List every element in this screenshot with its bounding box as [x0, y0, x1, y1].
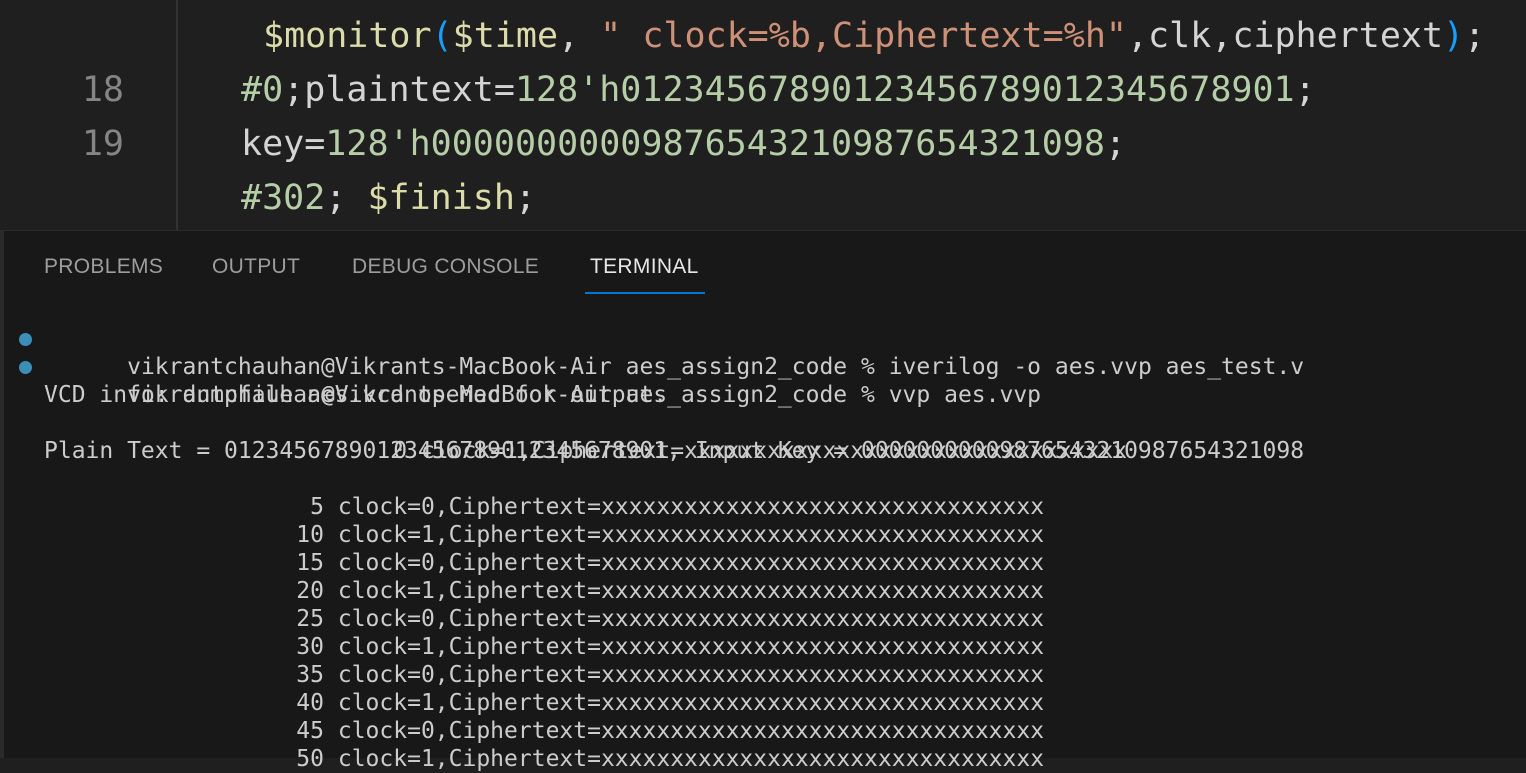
- command-status-dot-icon[interactable]: [19, 333, 32, 346]
- code-token: (: [431, 16, 453, 56]
- code-token: 128'h00000000009876543210987654321098: [325, 124, 1105, 164]
- code-token: key=: [241, 124, 326, 164]
- panel-tabs: PROBLEMS OUTPUT DEBUG CONSOLE TERMINAL: [4, 231, 1526, 295]
- code-text: $monitor($time, " clock=%b,Ciphertext=%h…: [263, 9, 1485, 63]
- monitor-text: clock=0,Ciphertext=xxxxxxxxxxxxxxxxxxxxx…: [337, 662, 1045, 688]
- code-token: $time: [452, 16, 559, 56]
- code-token: " clock=%b,Ciphertext=%h": [600, 16, 1127, 56]
- monitor-time: 15: [296, 550, 324, 576]
- tab-terminal[interactable]: TERMINAL: [590, 255, 699, 279]
- monitor-time: 10: [296, 522, 324, 548]
- monitor-time: 50: [296, 746, 324, 772]
- terminal-command: vvp aes.vvp: [888, 382, 1042, 408]
- tab-debug-console[interactable]: DEBUG CONSOLE: [352, 255, 539, 279]
- terminal-output-line: VCD info: dumpfile aes.vcd opened for ou…: [44, 382, 668, 408]
- terminal-command-line: vikrantchauhan@Vikrants-MacBook-Air aes_…: [19, 353, 1041, 408]
- code-token: ;: [1104, 124, 1127, 164]
- monitor-text: clock=0,Ciphertext=xxxxxxxxxxxxxxxxxxxxx…: [337, 718, 1045, 744]
- monitor-text: clock=0,Ciphertext=xxxxxxxxxxxxxxxxxxxxx…: [337, 606, 1045, 632]
- code-token: ,clk,ciphertext: [1126, 16, 1444, 56]
- monitor-row: 40 clock=1,Ciphertext=xxxxxxxxxxxxxxxxxx…: [44, 689, 1044, 717]
- monitor-row: 0 clock=1,Ciphertext=xxxxxxxxxxxxxxxxxxx…: [44, 409, 1127, 464]
- command-status-dot-icon[interactable]: [19, 361, 32, 374]
- monitor-row: 45 clock=0,Ciphertext=xxxxxxxxxxxxxxxxxx…: [44, 717, 1044, 745]
- code-text: #302; $finish;: [241, 171, 536, 225]
- code-token: $finish: [367, 178, 515, 218]
- code-token: $monitor: [263, 16, 432, 56]
- tab-output[interactable]: OUTPUT: [212, 255, 300, 279]
- code-token: ,: [558, 16, 601, 56]
- monitor-row: 25 clock=0,Ciphertext=xxxxxxxxxxxxxxxxxx…: [44, 605, 1044, 633]
- monitor-time: 40: [296, 690, 324, 716]
- monitor-row: 10 clock=1,Ciphertext=xxxxxxxxxxxxxxxxxx…: [44, 521, 1044, 549]
- monitor-time: 25: [296, 606, 324, 632]
- code-token: 128'h01234567890123456789012345678901: [514, 70, 1295, 110]
- monitor-row: 5 clock=0,Ciphertext=xxxxxxxxxxxxxxxxxxx…: [44, 493, 1044, 521]
- monitor-text: clock=1,Ciphertext=xxxxxxxxxxxxxxxxxxxxx…: [337, 690, 1045, 716]
- monitor-text: clock=1,Ciphertext=xxxxxxxxxxxxxxxxxxxxx…: [337, 578, 1045, 604]
- monitor-time: 20: [296, 578, 324, 604]
- monitor-row: 15 clock=0,Ciphertext=xxxxxxxxxxxxxxxxxx…: [44, 549, 1044, 577]
- monitor-text: clock=1,Ciphertext=xxxxxxxxxxxxxxxxxxxxx…: [337, 746, 1045, 772]
- terminal-output-line: Plain Text = 012345678901234567890123456…: [44, 438, 1305, 464]
- code-token: ;: [1464, 16, 1486, 56]
- code-text: #0;plaintext=128'h0123456789012345678901…: [241, 63, 1316, 117]
- monitor-time: 5: [310, 494, 324, 520]
- code-token: #302: [241, 178, 326, 218]
- monitor-time: 30: [296, 634, 324, 660]
- monitor-time: 45: [296, 718, 324, 744]
- code-token: #0: [241, 70, 284, 110]
- terminal-command-line: vikrantchauhan@Vikrants-MacBook-Air aes_…: [19, 325, 1304, 380]
- monitor-row: 35 clock=0,Ciphertext=xxxxxxxxxxxxxxxxxx…: [44, 661, 1044, 689]
- code-token: ;: [514, 178, 537, 218]
- code-line[interactable]: 19 #0;plaintext=128'h0123456789012345678…: [0, 63, 1526, 164]
- code-editor[interactable]: $dumpfile("aes.vcd"); 18 $monitor($time,…: [0, 0, 1526, 230]
- code-text: $dumpfile("aes.vcd");: [241, 0, 684, 8]
- tab-problems[interactable]: PROBLEMS: [44, 255, 163, 279]
- code-line[interactable]: 18 $monitor($time, " clock=%b,Ciphertext…: [0, 9, 1526, 110]
- code-text: key=128'h0000000000987654321098765432109…: [241, 117, 1126, 171]
- code-token: ;: [1294, 70, 1316, 110]
- monitor-text: clock=0,Ciphertext=xxxxxxxxxxxxxxxxxxxxx…: [337, 494, 1045, 520]
- code-token: ): [1443, 16, 1465, 56]
- monitor-row: 30 clock=1,Ciphertext=xxxxxxxxxxxxxxxxxx…: [44, 633, 1044, 661]
- code-line[interactable]: $dumpfile("aes.vcd");: [0, 0, 1526, 8]
- monitor-time: 35: [296, 662, 324, 688]
- active-tab-indicator: [585, 292, 705, 294]
- bottom-panel: PROBLEMS OUTPUT DEBUG CONSOLE TERMINAL v…: [0, 230, 1526, 772]
- code-token: ;: [325, 178, 368, 218]
- monitor-row: 20 clock=1,Ciphertext=xxxxxxxxxxxxxxxxxx…: [44, 577, 1044, 605]
- code-token: ;plaintext=: [283, 70, 515, 110]
- monitor-text: clock=1,Ciphertext=xxxxxxxxxxxxxxxxxxxxx…: [337, 634, 1045, 660]
- code-line[interactable]: 20 #302; $finish;: [0, 171, 1526, 225]
- monitor-row: 50 clock=1,Ciphertext=xxxxxxxxxxxxxxxxxx…: [44, 745, 1044, 773]
- code-line[interactable]: key=128'h0000000000987654321098765432109…: [0, 117, 1526, 171]
- monitor-text: clock=0,Ciphertext=xxxxxxxxxxxxxxxxxxxxx…: [337, 550, 1045, 576]
- monitor-text: clock=1,Ciphertext=xxxxxxxxxxxxxxxxxxxxx…: [337, 522, 1045, 548]
